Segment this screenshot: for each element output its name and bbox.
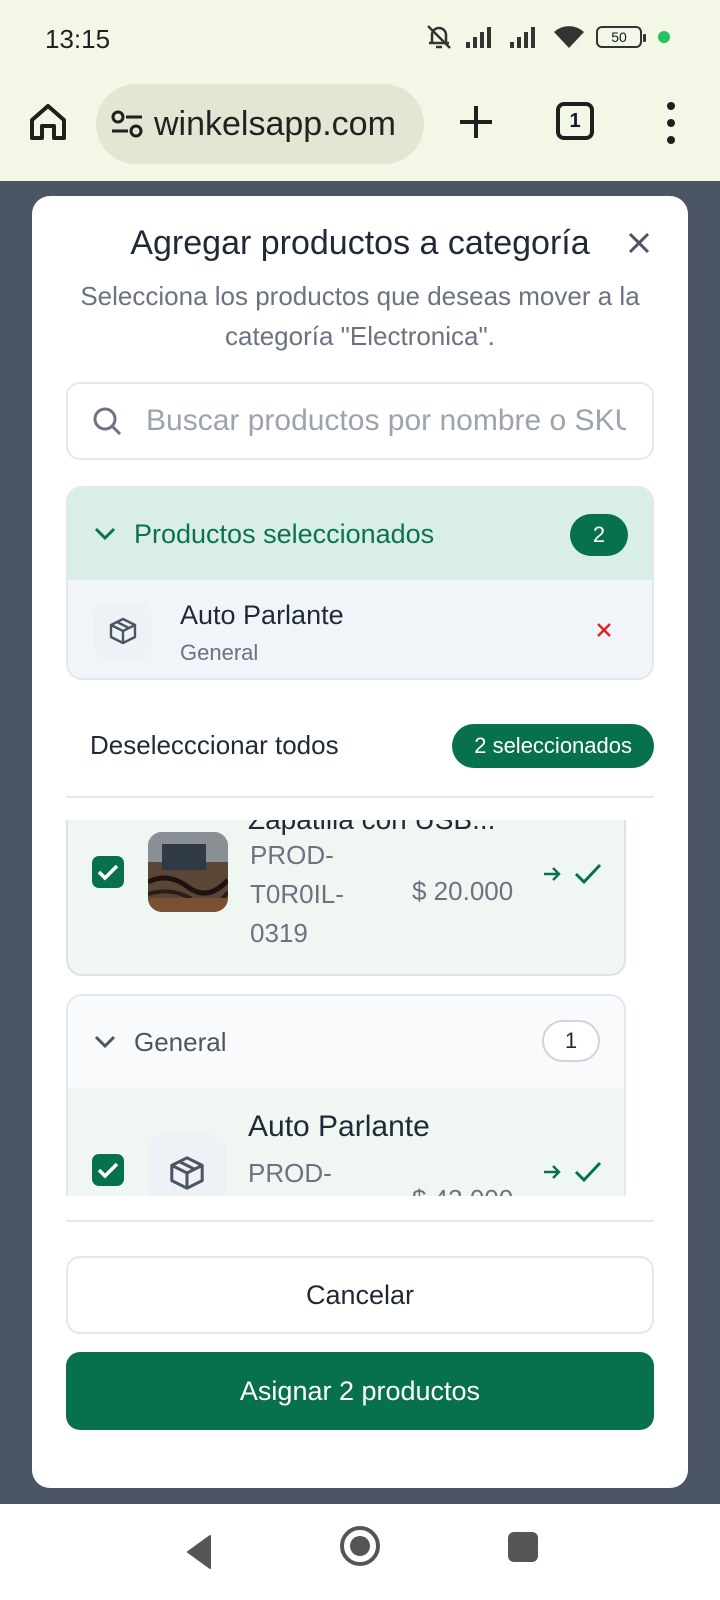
arrow-right-icon bbox=[544, 867, 561, 881]
group-count-badge: 1 bbox=[542, 1020, 600, 1062]
deselect-all-button[interactable]: Deselecccionar todos bbox=[90, 730, 339, 761]
search-input[interactable] bbox=[146, 404, 626, 438]
selected-products-panel: Productos seleccionados 2 Auto Parlante … bbox=[66, 486, 654, 680]
selected-item: Auto Parlante General bbox=[68, 580, 652, 678]
selected-count-pill: 2 seleccionados bbox=[452, 724, 654, 768]
home-nav-icon[interactable] bbox=[340, 1526, 380, 1566]
package-icon bbox=[94, 602, 152, 660]
product-price: $ 20.000 bbox=[412, 876, 514, 906]
status-icons: 50 bbox=[424, 22, 670, 52]
cancel-button[interactable]: Cancelar bbox=[66, 1256, 654, 1334]
product-sku: PROD- bbox=[248, 1158, 332, 1188]
product-sku: PROD-T0R0IL-0319 bbox=[250, 840, 344, 948]
group-header[interactable]: General 1 bbox=[68, 996, 624, 1088]
group-label: General bbox=[134, 1026, 227, 1057]
chevron-down-icon bbox=[94, 527, 116, 541]
home-icon[interactable] bbox=[26, 100, 70, 144]
status-bar: 13:15 50 bbox=[0, 0, 720, 78]
new-tab-icon[interactable] bbox=[454, 100, 498, 144]
battery-icon: 50 bbox=[596, 26, 646, 48]
divider bbox=[66, 796, 654, 798]
product-card[interactable]: Auto Parlante PROD- $ 43.000 bbox=[68, 1088, 624, 1196]
package-icon bbox=[148, 1134, 226, 1196]
selected-item-category: General bbox=[180, 640, 259, 665]
selected-products-label: Productos seleccionados bbox=[134, 518, 435, 549]
close-icon[interactable] bbox=[624, 228, 654, 258]
search-icon bbox=[93, 407, 122, 436]
status-time: 13:15 bbox=[45, 24, 111, 54]
browser-chrome: 13:15 50 winkelsapp.com 1 bbox=[0, 0, 720, 181]
tab-switcher-button[interactable]: 1 bbox=[556, 102, 594, 140]
address-bar[interactable]: winkelsapp.com bbox=[96, 84, 424, 164]
product-name: Auto Parlante bbox=[248, 1110, 430, 1143]
product-card[interactable]: Zapatilla con USB... PROD-T0R0IL-0319 $ … bbox=[66, 820, 626, 976]
system-nav-bar bbox=[0, 1504, 720, 1600]
bulk-actions-row: Deselecccionar todos 2 seleccionados bbox=[66, 722, 654, 768]
signal-icon-2 bbox=[510, 27, 535, 48]
assign-products-dialog: Agregar productos a categoría Selecciona… bbox=[32, 196, 688, 1488]
signal-icon bbox=[466, 27, 491, 48]
privacy-indicator bbox=[658, 31, 670, 43]
back-icon[interactable] bbox=[184, 1534, 214, 1570]
check-icon bbox=[574, 863, 602, 885]
search-box bbox=[66, 382, 654, 460]
overflow-menu-icon[interactable] bbox=[656, 98, 686, 148]
arrow-right-icon bbox=[544, 1165, 561, 1179]
product-thumbnail bbox=[148, 832, 228, 912]
selected-item-name: Auto Parlante bbox=[180, 600, 344, 630]
product-list[interactable]: Zapatilla con USB... PROD-T0R0IL-0319 $ … bbox=[66, 820, 654, 1196]
wifi-icon bbox=[554, 26, 584, 48]
browser-toolbar: winkelsapp.com 1 bbox=[0, 84, 720, 166]
product-price: $ 43.000 bbox=[412, 1184, 513, 1196]
category-group-general: General 1 Auto Parlante PROD- $ 43.000 bbox=[66, 994, 626, 1196]
url-text: winkelsapp.com bbox=[154, 104, 396, 143]
product-checkbox[interactable] bbox=[92, 856, 124, 888]
divider bbox=[66, 1220, 654, 1222]
selected-count-badge: 2 bbox=[570, 514, 628, 556]
assign-products-button[interactable]: Asignar 2 productos bbox=[66, 1352, 654, 1430]
site-settings-icon[interactable] bbox=[110, 109, 144, 139]
checkmark-icon bbox=[97, 1162, 119, 1179]
dialog-title: Agregar productos a categoría bbox=[130, 224, 590, 262]
product-checkbox[interactable] bbox=[92, 1154, 124, 1186]
recent-apps-icon[interactable] bbox=[508, 1532, 538, 1562]
check-icon bbox=[574, 1161, 602, 1183]
checkmark-icon bbox=[97, 864, 119, 881]
remove-icon[interactable] bbox=[596, 622, 612, 638]
selected-products-header[interactable]: Productos seleccionados 2 bbox=[68, 488, 652, 580]
dialog-subtitle: Selecciona los productos que deseas move… bbox=[80, 281, 640, 351]
muted-bell-icon bbox=[427, 25, 451, 49]
chevron-down-icon bbox=[94, 1035, 116, 1049]
product-name: Zapatilla con USB... bbox=[248, 820, 495, 836]
